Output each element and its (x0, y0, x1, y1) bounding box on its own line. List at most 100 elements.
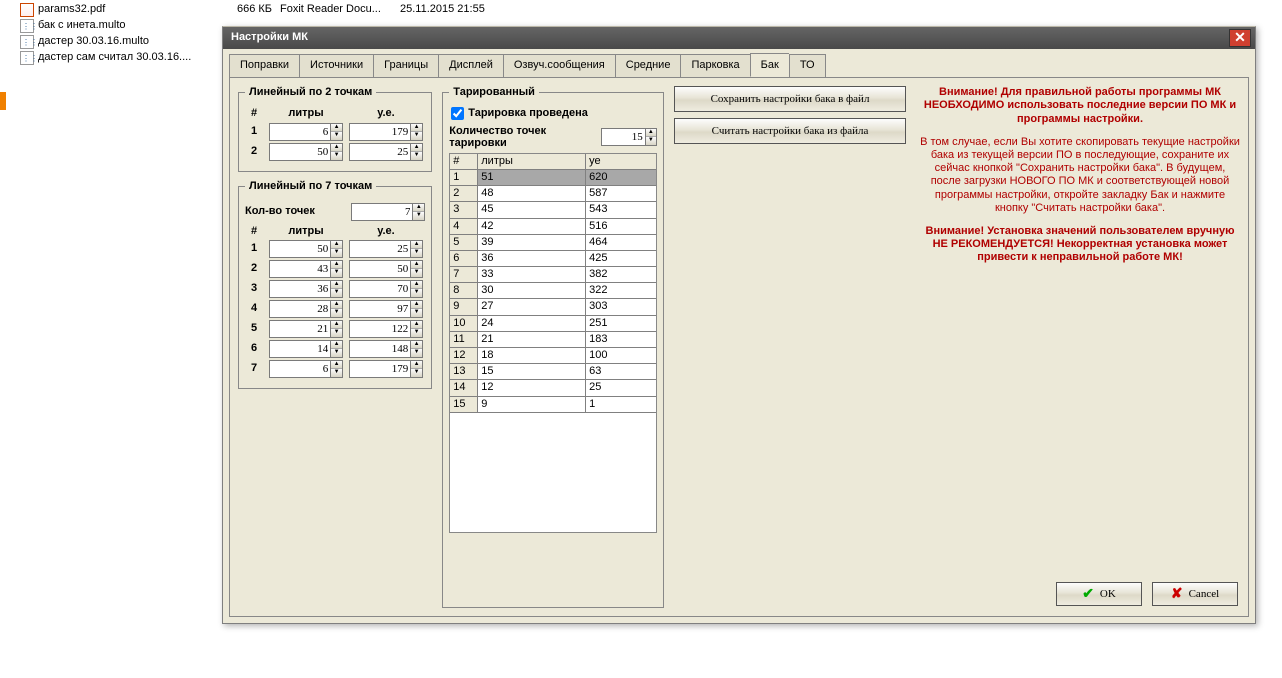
cancel-button[interactable]: ✘ Cancel (1152, 582, 1238, 606)
spin-down-icon[interactable]: ▼ (331, 369, 342, 377)
spin-up-icon[interactable]: ▲ (411, 321, 422, 330)
spin-down-icon[interactable]: ▼ (411, 369, 422, 377)
tarir-count-stepper[interactable]: ▲▼ (601, 128, 657, 146)
spin-up-icon[interactable]: ▲ (331, 301, 342, 310)
tab-дисплей[interactable]: Дисплей (438, 54, 503, 78)
units-stepper[interactable]: ▲▼ (349, 320, 423, 338)
spin-down-icon[interactable]: ▼ (411, 289, 422, 297)
units-stepper[interactable]: ▲▼ (349, 360, 423, 378)
tab-парковка[interactable]: Парковка (680, 54, 749, 78)
multo-icon (20, 35, 34, 49)
table-row[interactable]: 8 30 322 (450, 283, 657, 299)
spin-down-icon[interactable]: ▼ (331, 309, 342, 317)
tab-бак[interactable]: Бак (750, 53, 789, 77)
table-row[interactable]: 2 48 587 (450, 186, 657, 202)
liters-stepper[interactable]: ▲▼ (269, 240, 343, 258)
save-tank-button[interactable]: Сохранить настройки бака в файл (674, 86, 906, 112)
tab-источники[interactable]: Источники (299, 54, 373, 78)
spin-down-icon[interactable]: ▼ (413, 212, 424, 220)
units-stepper[interactable]: ▲▼ (349, 340, 423, 358)
spin-down-icon[interactable]: ▼ (646, 137, 656, 145)
spin-up-icon[interactable]: ▲ (331, 341, 342, 350)
spin-down-icon[interactable]: ▼ (331, 152, 342, 160)
spin-down-icon[interactable]: ▼ (331, 269, 342, 277)
spin-up-icon[interactable]: ▲ (413, 204, 424, 213)
group-linear-2: Линейный по 2 точкам # литры у.е. 1 ▲▼ ▲… (238, 86, 432, 171)
spin-down-icon[interactable]: ▼ (331, 349, 342, 357)
value-row: 3 ▲▼ ▲▼ (245, 280, 425, 298)
tab-средние[interactable]: Средние (615, 54, 681, 78)
spin-up-icon[interactable]: ▲ (331, 281, 342, 290)
table-row[interactable]: 11 21 183 (450, 331, 657, 347)
liters-stepper[interactable]: ▲▼ (269, 123, 343, 141)
spin-down-icon[interactable]: ▼ (331, 329, 342, 337)
spin-down-icon[interactable]: ▼ (331, 249, 342, 257)
liters-stepper[interactable]: ▲▼ (269, 300, 343, 318)
liters-stepper[interactable]: ▲▼ (269, 143, 343, 161)
table-row[interactable]: 5 39 464 (450, 234, 657, 250)
ok-button[interactable]: ✔ OK (1056, 582, 1142, 606)
spin-up-icon[interactable]: ▲ (411, 124, 422, 133)
close-icon[interactable]: ✕ (1229, 29, 1251, 47)
spin-down-icon[interactable]: ▼ (411, 132, 422, 140)
units-stepper[interactable]: ▲▼ (349, 123, 423, 141)
units-stepper[interactable]: ▲▼ (349, 240, 423, 258)
spin-up-icon[interactable]: ▲ (411, 361, 422, 370)
table-row[interactable]: 7 33 382 (450, 267, 657, 283)
table-row[interactable]: 6 36 425 (450, 250, 657, 266)
spin-down-icon[interactable]: ▼ (411, 249, 422, 257)
spin-up-icon[interactable]: ▲ (646, 129, 656, 138)
liters-stepper[interactable]: ▲▼ (269, 280, 343, 298)
lin7-count-input[interactable] (352, 204, 412, 220)
spin-down-icon[interactable]: ▼ (331, 289, 342, 297)
spin-up-icon[interactable]: ▲ (331, 361, 342, 370)
spin-up-icon[interactable]: ▲ (331, 144, 342, 153)
table-row[interactable]: 1 51 620 (450, 169, 657, 185)
tarir-done-checkbox[interactable]: Тарировка проведена (451, 107, 657, 120)
units-stepper[interactable]: ▲▼ (349, 300, 423, 318)
tarir-count-input[interactable] (602, 129, 645, 145)
spin-up-icon[interactable]: ▲ (411, 241, 422, 250)
file-row[interactable]: params32.pdf 666 КБ Foxit Reader Docu...… (20, 2, 1282, 18)
spin-down-icon[interactable]: ▼ (331, 132, 342, 140)
table-row[interactable]: 13 15 63 (450, 364, 657, 380)
spin-up-icon[interactable]: ▲ (331, 241, 342, 250)
spin-down-icon[interactable]: ▼ (411, 269, 422, 277)
spin-up-icon[interactable]: ▲ (331, 321, 342, 330)
table-row[interactable]: 12 18 100 (450, 348, 657, 364)
spin-up-icon[interactable]: ▲ (411, 261, 422, 270)
liters-stepper[interactable]: ▲▼ (269, 340, 343, 358)
spin-up-icon[interactable]: ▲ (411, 341, 422, 350)
liters-stepper[interactable]: ▲▼ (269, 320, 343, 338)
units-stepper[interactable]: ▲▼ (349, 260, 423, 278)
spin-down-icon[interactable]: ▼ (411, 329, 422, 337)
dialog-footer: ✔ OK ✘ Cancel (1056, 582, 1238, 606)
liters-stepper[interactable]: ▲▼ (269, 260, 343, 278)
table-row[interactable]: 4 42 516 (450, 218, 657, 234)
tarir-done-input[interactable] (451, 107, 464, 120)
table-row[interactable]: 3 45 543 (450, 202, 657, 218)
table-row[interactable]: 14 12 25 (450, 380, 657, 396)
dialog-title: Настройки МК (231, 31, 308, 44)
spin-up-icon[interactable]: ▲ (411, 281, 422, 290)
spin-up-icon[interactable]: ▲ (331, 124, 342, 133)
table-row[interactable]: 10 24 251 (450, 315, 657, 331)
table-row[interactable]: 15 9 1 (450, 396, 657, 412)
tab-озвуч.сообщения[interactable]: Озвуч.сообщения (503, 54, 615, 78)
spin-down-icon[interactable]: ▼ (411, 309, 422, 317)
table-row[interactable]: 9 27 303 (450, 299, 657, 315)
lin7-count-stepper[interactable]: ▲▼ (351, 203, 425, 221)
spin-down-icon[interactable]: ▼ (411, 349, 422, 357)
spin-up-icon[interactable]: ▲ (331, 261, 342, 270)
units-stepper[interactable]: ▲▼ (349, 280, 423, 298)
tarir-grid[interactable]: #литрыуе 1 51 620 2 48 587 3 45 543 4 42… (449, 153, 657, 533)
spin-down-icon[interactable]: ▼ (411, 152, 422, 160)
liters-stepper[interactable]: ▲▼ (269, 360, 343, 378)
spin-up-icon[interactable]: ▲ (411, 301, 422, 310)
load-tank-button[interactable]: Считать настройки бака из файла (674, 118, 906, 144)
tab-поправки[interactable]: Поправки (229, 54, 299, 78)
tab-границы[interactable]: Границы (373, 54, 438, 78)
tab-то[interactable]: ТО (789, 54, 826, 78)
spin-up-icon[interactable]: ▲ (411, 144, 422, 153)
units-stepper[interactable]: ▲▼ (349, 143, 423, 161)
